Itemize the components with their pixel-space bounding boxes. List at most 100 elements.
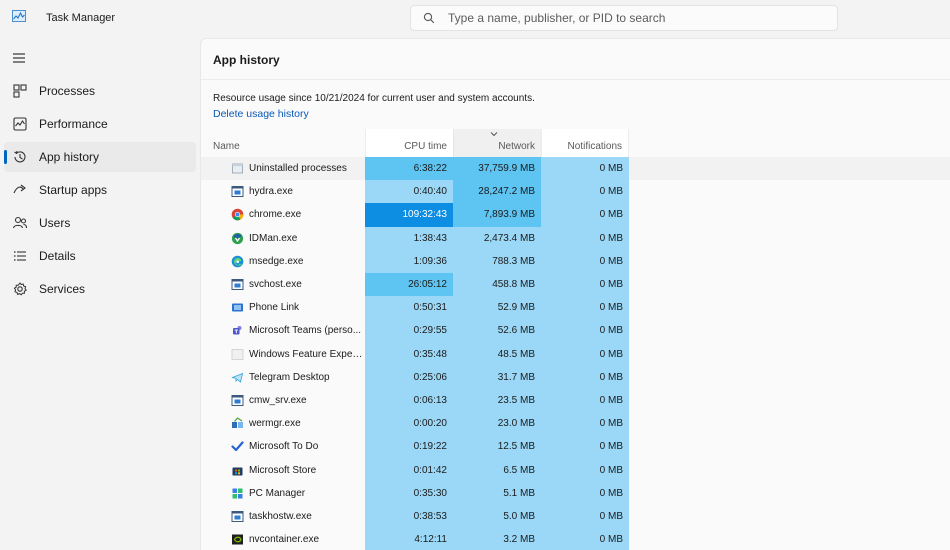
- table-row[interactable]: chrome.exe 109:32:43 7,893.9 MB 0 MB: [201, 203, 950, 227]
- sidebar-item-performance[interactable]: Performance: [4, 109, 196, 139]
- cell-network: 23.5 MB: [453, 389, 541, 413]
- cell-cpu-time: 0:06:13: [365, 389, 453, 413]
- details-icon: [14, 251, 26, 261]
- app-name: Telegram Desktop: [249, 371, 330, 383]
- exe-icon: [231, 511, 244, 522]
- sidebar-item-users[interactable]: Users: [4, 208, 196, 238]
- cell-notifications: 0 MB: [541, 505, 629, 529]
- table-row[interactable]: cmw_srv.exe 0:06:13 23.5 MB 0 MB: [201, 389, 950, 413]
- cell-notifications: 0 MB: [541, 528, 629, 550]
- cell-notifications: 0 MB: [541, 273, 629, 297]
- cell-name: Uninstalled processes: [201, 157, 365, 180]
- cell-cpu-time: 1:09:36: [365, 249, 453, 273]
- table-row[interactable]: IDMan.exe 1:38:43 2,473.4 MB 0 MB: [201, 226, 950, 250]
- cell-cpu-time: 0:00:20: [365, 412, 453, 436]
- table-row[interactable]: svchost.exe 26:05:12 458.8 MB 0 MB: [201, 273, 950, 297]
- column-header-network[interactable]: Network: [453, 129, 541, 157]
- idman-icon: [231, 232, 244, 244]
- header-divider: [201, 79, 950, 80]
- pc-manager-icon: [232, 488, 243, 499]
- column-header-label: CPU time: [404, 141, 447, 152]
- cell-notifications: 0 MB: [541, 180, 629, 204]
- column-header-cpu-time[interactable]: CPU time: [365, 129, 453, 157]
- sidebar: Processes Performance App history Startu…: [0, 38, 200, 550]
- cell-notifications: 0 MB: [541, 458, 629, 482]
- app-name: chrome.exe: [249, 209, 302, 221]
- sidebar-item-app-history[interactable]: App history: [4, 142, 196, 172]
- app-name: taskhostw.exe: [249, 511, 312, 522]
- table-row[interactable]: Microsoft Teams (perso... 0:29:55 52.6 MB 0…: [201, 319, 950, 343]
- app-name: Windows Feature Exper...: [249, 348, 363, 360]
- cell-name: PC Manager: [201, 482, 365, 505]
- table-row[interactable]: taskhostw.exe 0:38:53 5.0 MB 0 MB: [201, 505, 950, 529]
- cell-network: 52.9 MB: [453, 296, 541, 320]
- column-header-name[interactable]: Name: [201, 129, 365, 157]
- cell-name: IDMan.exe: [201, 227, 365, 250]
- cell-network: 5.0 MB: [453, 505, 541, 529]
- app-name: svchost.exe: [249, 279, 302, 290]
- cell-name: cmw_srv.exe: [201, 389, 365, 412]
- cell-network: 458.8 MB: [453, 273, 541, 297]
- uninstalled-icon: [232, 163, 243, 174]
- search-icon: [423, 12, 435, 24]
- cell-cpu-time: 109:32:43: [365, 203, 453, 227]
- sidebar-item-processes[interactable]: Processes: [4, 76, 196, 106]
- hamburger-menu-icon[interactable]: [10, 50, 28, 66]
- cell-name: Windows Feature Exper...: [201, 343, 365, 366]
- users-icon: [12, 216, 28, 229]
- sidebar-item-label: Services: [39, 282, 86, 296]
- performance-icon: [13, 117, 27, 131]
- wermgr-icon: [232, 417, 243, 429]
- cell-cpu-time: 0:25:06: [365, 365, 453, 389]
- table-row[interactable]: hydra.exe 0:40:40 28,247.2 MB 0 MB: [201, 180, 950, 204]
- cell-notifications: 0 MB: [541, 203, 629, 227]
- cell-name: Telegram Desktop: [201, 366, 365, 389]
- sidebar-item-details[interactable]: Details: [4, 241, 196, 271]
- cell-notifications: 0 MB: [541, 249, 629, 273]
- sidebar-item-label: Details: [39, 249, 76, 263]
- search-input[interactable]: [448, 9, 828, 27]
- page-title: App history: [213, 53, 280, 67]
- cell-cpu-time: 0:35:48: [365, 342, 453, 366]
- table-row[interactable]: msedge.exe 1:09:36 788.3 MB 0 MB: [201, 249, 950, 273]
- cell-name: nvcontainer.exe: [201, 528, 365, 550]
- cell-notifications: 0 MB: [541, 226, 629, 250]
- cell-network: 37,759.9 MB: [453, 157, 541, 181]
- column-header-label: Notifications: [567, 141, 622, 152]
- column-header-label: Network: [498, 141, 535, 152]
- nvidia-icon: [232, 534, 243, 545]
- table-row[interactable]: Microsoft To Do 0:19:22 12.5 MB 0 MB: [201, 435, 950, 459]
- table-row[interactable]: Windows Feature Exper... 0:35:48 48.5 MB 0 …: [201, 342, 950, 366]
- cell-notifications: 0 MB: [541, 389, 629, 413]
- cell-cpu-time: 26:05:12: [365, 273, 453, 297]
- cell-name: svchost.exe: [201, 273, 365, 296]
- app-name: IDMan.exe: [249, 232, 298, 244]
- table-row[interactable]: Microsoft Store 0:01:42 6.5 MB 0 MB: [201, 458, 950, 482]
- sidebar-item-startup-apps[interactable]: Startup apps: [4, 175, 196, 205]
- table-row[interactable]: Telegram Desktop 0:25:06 31.7 MB 0 MB: [201, 365, 950, 389]
- table-row[interactable]: nvcontainer.exe 4:12:11 3.2 MB 0 MB: [201, 528, 950, 550]
- column-header-notifications[interactable]: Notifications: [541, 129, 629, 157]
- search-box[interactable]: [410, 5, 838, 31]
- table-row[interactable]: Phone Link 0:50:31 52.9 MB 0 MB: [201, 296, 950, 320]
- services-icon: [13, 282, 27, 296]
- app-title: Task Manager: [46, 12, 116, 24]
- cell-cpu-time: 1:38:43: [365, 226, 453, 250]
- task-manager-icon: [12, 10, 26, 22]
- cell-name: Microsoft Store: [201, 459, 365, 482]
- cell-cpu-time: 0:01:42: [365, 458, 453, 482]
- app-name: Microsoft Teams (perso...: [249, 325, 362, 337]
- sidebar-item-services[interactable]: Services: [4, 274, 196, 304]
- cell-network: 2,473.4 MB: [453, 226, 541, 250]
- blank-app-icon: [231, 348, 244, 360]
- table-row[interactable]: PC Manager 0:35:30 5.1 MB 0 MB: [201, 481, 950, 505]
- table-row[interactable]: wermgr.exe 0:00:20 23.0 MB 0 MB: [201, 412, 950, 436]
- table-row[interactable]: Uninstalled processes 6:38:22 37,759.9 MB 0…: [201, 157, 950, 181]
- cell-network: 788.3 MB: [453, 249, 541, 273]
- delete-usage-history-link[interactable]: Delete usage history: [213, 108, 309, 120]
- sidebar-item-label: Startup apps: [39, 183, 108, 197]
- exe-icon: [231, 395, 244, 406]
- cell-notifications: 0 MB: [541, 157, 629, 181]
- cell-network: 52.6 MB: [453, 319, 541, 343]
- cell-cpu-time: 0:29:55: [365, 319, 453, 343]
